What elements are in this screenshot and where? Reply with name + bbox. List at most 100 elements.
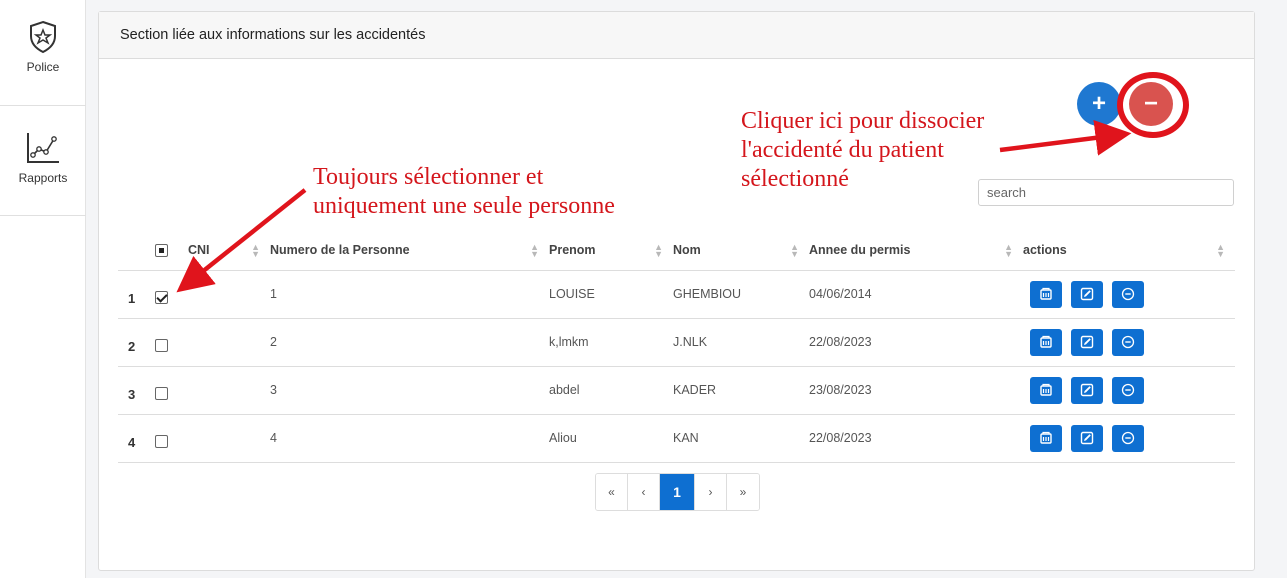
- nom-cell: KADER: [673, 366, 809, 415]
- sort-icon: ▲ ▼: [530, 242, 539, 259]
- edit-button[interactable]: [1071, 280, 1103, 308]
- prenom-value: Aliou: [549, 431, 577, 445]
- edit-button[interactable]: [1071, 328, 1103, 356]
- actions-cell: [1023, 318, 1235, 367]
- pagination: « ‹ 1 › »: [595, 473, 760, 511]
- archive-button[interactable]: [1030, 424, 1062, 452]
- accidentes-table: CNI ▲ ▼ Numero de la Personne ▲ ▼ Prenom ▲…: [118, 231, 1235, 463]
- remove-circle-icon: [1121, 431, 1135, 445]
- annotation-select-one: Toujours sélectionner et uniquement une …: [313, 163, 693, 221]
- row-index: 4: [118, 414, 155, 463]
- prenom-value: k,lmkm: [549, 335, 589, 349]
- index-header: [118, 231, 155, 271]
- annee-cell: 23/08/2023: [809, 366, 1023, 415]
- archive-icon: [1039, 287, 1053, 301]
- row-checkbox[interactable]: [155, 291, 168, 305]
- row-checkbox[interactable]: [155, 387, 168, 401]
- page-next[interactable]: ›: [695, 474, 727, 510]
- dissociate-button[interactable]: [1112, 280, 1144, 308]
- archive-button[interactable]: [1030, 328, 1062, 356]
- cni-cell: [188, 366, 270, 415]
- row-index: 2: [118, 318, 155, 367]
- sidebar-item-label: Police: [26, 60, 60, 74]
- row-checkbox[interactable]: [155, 339, 168, 353]
- table-row: 2 2 k,lmkm J.NLK 22/08/2023: [118, 318, 1235, 367]
- column-header-cni[interactable]: CNI ▲ ▼: [188, 231, 270, 271]
- row-actions: [1023, 424, 1235, 452]
- row-select-cell: [155, 414, 188, 463]
- prenom-cell: abdel: [549, 366, 673, 415]
- archive-button[interactable]: [1030, 376, 1062, 404]
- remove-circle-icon: [1121, 287, 1135, 301]
- row-index: 3: [118, 366, 155, 415]
- numero-cell: 1: [270, 270, 549, 319]
- card-title: Section liée aux informations sur les ac…: [99, 12, 1254, 59]
- page-first[interactable]: «: [596, 474, 628, 510]
- annee-value: 04/06/2014: [809, 287, 872, 301]
- column-header-actions[interactable]: actions ▲ ▼: [1023, 231, 1235, 271]
- annotation-line: sélectionné: [741, 166, 849, 192]
- column-header-numero[interactable]: Numero de la Personne ▲ ▼: [270, 231, 549, 271]
- select-all-header: [155, 231, 188, 271]
- annee-cell: 04/06/2014: [809, 270, 1023, 319]
- sidebar-item-rapports[interactable]: Rapports: [0, 131, 86, 185]
- numero-cell: 2: [270, 318, 549, 367]
- cni-cell: [188, 270, 270, 319]
- sort-icon: ▲ ▼: [654, 242, 663, 259]
- column-header-annee[interactable]: Annee du permis ▲ ▼: [809, 231, 1023, 271]
- remove-circle-icon: [1121, 383, 1135, 397]
- row-checkbox[interactable]: [155, 435, 168, 449]
- add-button[interactable]: +: [1077, 82, 1121, 126]
- row-select-cell: [155, 318, 188, 367]
- table-header-row: CNI ▲ ▼ Numero de la Personne ▲ ▼ Prenom ▲…: [118, 231, 1235, 271]
- column-header-nom[interactable]: Nom ▲ ▼: [673, 231, 809, 271]
- annotation-dissocier: Cliquer ici pour dissocier l'accidenté d…: [741, 107, 1041, 194]
- sort-icon: ▲ ▼: [1216, 242, 1225, 259]
- sidebar-item-police[interactable]: Police: [0, 20, 86, 74]
- nom-cell: J.NLK: [673, 318, 809, 367]
- edit-icon: [1080, 287, 1094, 301]
- archive-icon: [1039, 335, 1053, 349]
- annotation-line: l'accidenté du patient: [741, 137, 944, 163]
- annee-value: 23/08/2023: [809, 383, 872, 397]
- cni-cell: [188, 414, 270, 463]
- page-prev[interactable]: ‹: [628, 474, 660, 510]
- annotation-line: uniquement une seule personne: [313, 193, 615, 219]
- column-header-prenom[interactable]: Prenom ▲ ▼: [549, 231, 673, 271]
- column-label: Numero de la Personne: [270, 243, 410, 258]
- select-all-checkbox[interactable]: [155, 244, 168, 258]
- column-label: CNI: [188, 243, 210, 258]
- dissociate-button[interactable]: [1112, 376, 1144, 404]
- column-label: Annee du permis: [809, 243, 911, 258]
- row-actions: [1023, 280, 1235, 308]
- table-row: 3 3 abdel KADER 23/08/2023: [118, 366, 1235, 415]
- row-actions: [1023, 328, 1235, 356]
- archive-button[interactable]: [1030, 280, 1062, 308]
- annee-value: 22/08/2023: [809, 335, 872, 349]
- plus-icon: +: [1091, 90, 1106, 117]
- numero-value: 3: [270, 383, 277, 397]
- prenom-cell: LOUISE: [549, 270, 673, 319]
- page-current[interactable]: 1: [660, 474, 695, 510]
- chart-line-icon: [27, 133, 59, 163]
- dissociate-button[interactable]: [1112, 328, 1144, 356]
- edit-icon: [1080, 335, 1094, 349]
- nom-value: GHEMBIOU: [673, 287, 742, 301]
- annee-value: 22/08/2023: [809, 431, 872, 445]
- sort-icon: ▲ ▼: [790, 242, 799, 259]
- sidebar-divider: [0, 215, 86, 216]
- remove-button[interactable]: −: [1129, 82, 1173, 126]
- dissociate-button[interactable]: [1112, 424, 1144, 452]
- nom-cell: KAN: [673, 414, 809, 463]
- accidentes-card: Section liée aux informations sur les ac…: [98, 11, 1255, 571]
- numero-value: 2: [270, 335, 277, 349]
- edit-button[interactable]: [1071, 424, 1103, 452]
- numero-value: 4: [270, 431, 277, 445]
- row-select-cell: [155, 366, 188, 415]
- nom-value: KADER: [673, 383, 717, 397]
- numero-cell: 3: [270, 366, 549, 415]
- page-last[interactable]: »: [727, 474, 759, 510]
- sort-icon: ▲ ▼: [251, 242, 260, 259]
- table-row: 4 4 Aliou KAN 22/08/2023: [118, 414, 1235, 463]
- edit-button[interactable]: [1071, 376, 1103, 404]
